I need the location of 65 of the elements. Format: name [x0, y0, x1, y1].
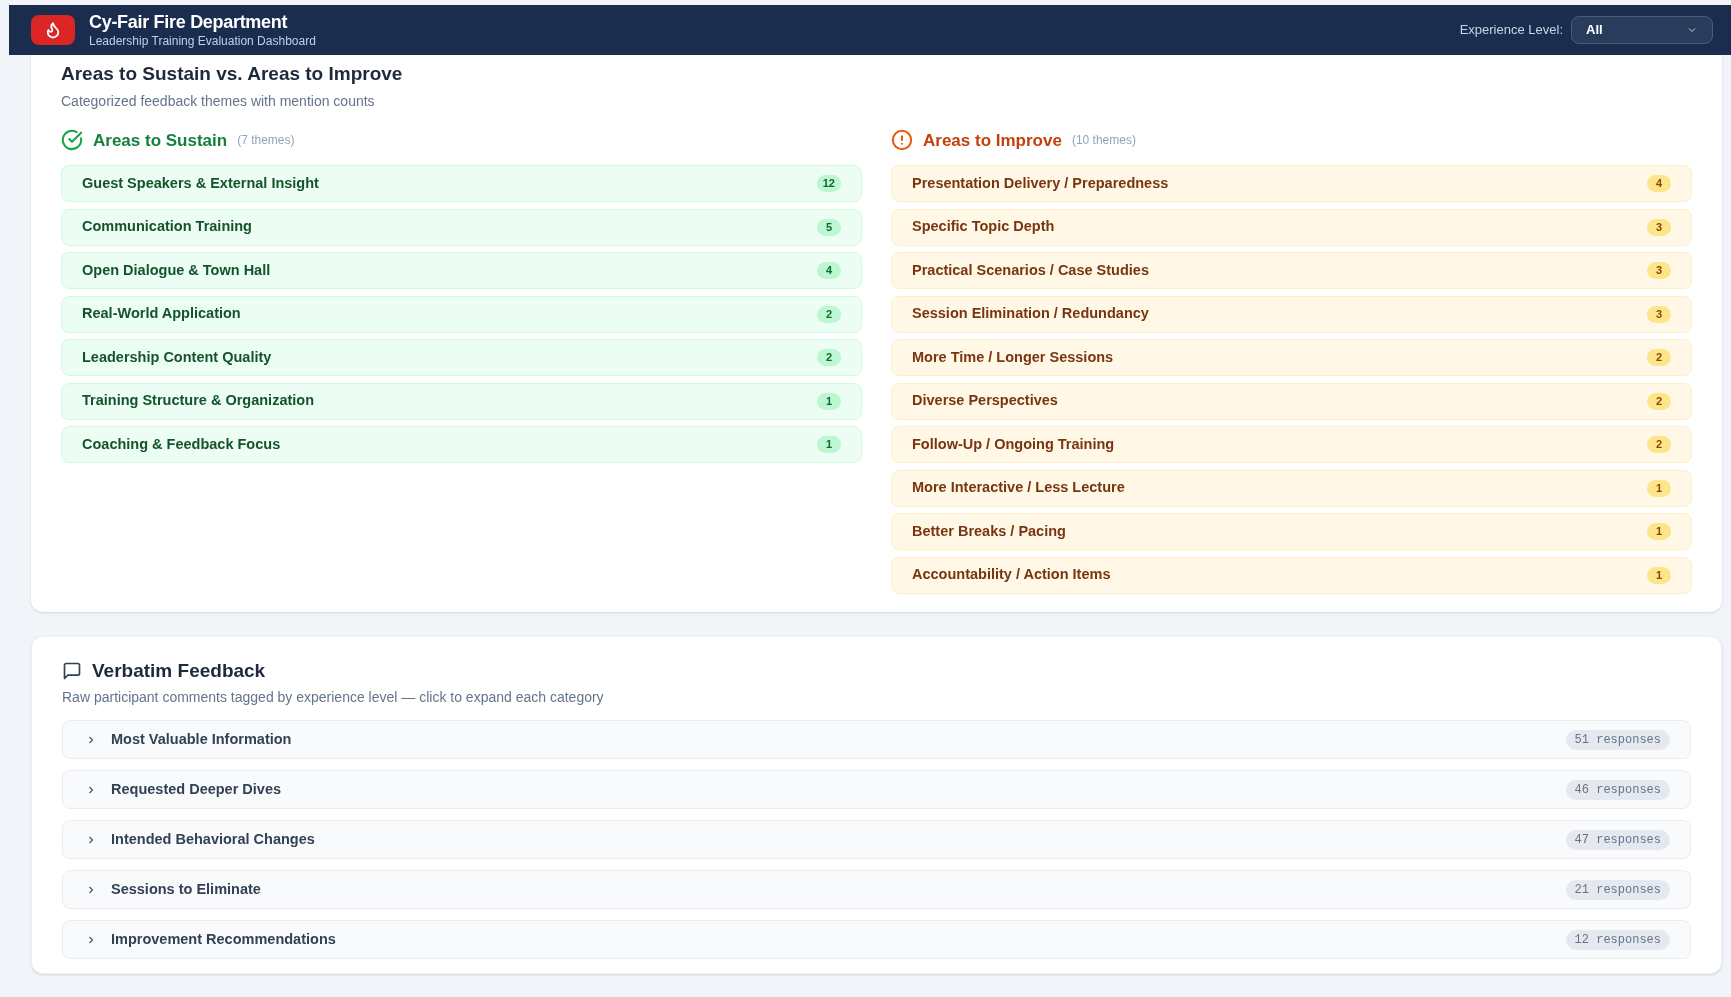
section-title: Areas to Sustain vs. Areas to Improve: [61, 62, 404, 86]
group-title: Areas to Improve: [923, 129, 1062, 152]
theme-label: More Interactive / Less Lecture: [912, 478, 1125, 498]
group-title: Areas to Sustain: [93, 129, 228, 152]
theme-label: Session Elimination / Redundancy: [912, 304, 1149, 324]
theme-label: Leadership Content Quality: [82, 347, 272, 367]
category-accordion[interactable]: Most Valuable Information 51 responses: [62, 720, 1691, 759]
flame-logo-icon: [31, 15, 75, 45]
mention-count: 4: [1647, 175, 1671, 192]
theme-label: Guest Speakers & External Insight: [82, 173, 319, 193]
theme-label: Real-World Application: [82, 304, 241, 324]
alert-circle-icon: [891, 129, 913, 152]
mention-count: 1: [817, 392, 841, 410]
category-label: Sessions to Eliminate: [111, 879, 261, 899]
mention-count: 2: [1647, 349, 1671, 366]
theme-label: Diverse Perspectives: [912, 391, 1058, 411]
mention-count: 12: [816, 175, 841, 192]
response-count: 51 responses: [1565, 729, 1670, 750]
theme-label: Coaching & Feedback Focus: [82, 434, 281, 454]
mention-count: 2: [817, 305, 841, 323]
check-circle-icon: [61, 129, 83, 152]
category-accordion[interactable]: Sessions to Eliminate 21 responses: [62, 870, 1691, 909]
theme-label: Accountability / Action Items: [912, 565, 1111, 585]
category-accordion[interactable]: Intended Behavioral Changes 47 responses: [62, 820, 1691, 859]
mention-count: 5: [817, 218, 841, 236]
theme-label: Practical Scenarios / Case Studies: [912, 260, 1149, 280]
theme-label: Presentation Delivery / Preparedness: [912, 173, 1169, 193]
response-count: 21 responses: [1565, 879, 1670, 900]
mention-count: 3: [1647, 262, 1671, 279]
mention-count: 1: [1647, 523, 1671, 540]
theme-label: Follow-Up / Ongoing Training: [912, 434, 1115, 454]
theme-count: (7 themes): [237, 132, 295, 150]
mention-count: 1: [817, 436, 841, 453]
mention-count: 4: [817, 262, 841, 279]
theme-label: More Time / Longer Sessions: [912, 347, 1114, 367]
category-label: Improvement Recommendations: [111, 929, 336, 949]
category-label: Most Valuable Information: [111, 729, 292, 749]
response-count: 46 responses: [1565, 779, 1670, 800]
app-subtitle: Leadership Training Evaluation Dashboard: [89, 33, 316, 49]
mention-count: 3: [1647, 305, 1671, 323]
theme-label: Communication Training: [82, 217, 252, 237]
section-subtitle: Categorized feedback themes with mention counts: [61, 91, 376, 111]
filter-label: Experience Level:: [1459, 21, 1563, 40]
theme-label: Better Breaks / Pacing: [912, 521, 1066, 541]
theme-label: Specific Topic Depth: [912, 217, 1055, 237]
section-subtitle: Raw participant comments tagged by experience level — click to expand each category: [62, 688, 605, 707]
app-title: Cy-Fair Fire Department: [89, 11, 289, 34]
mention-count: 1: [1647, 479, 1671, 497]
response-count: 12 responses: [1565, 929, 1670, 950]
theme-label: Open Dialogue & Town Hall: [82, 260, 271, 280]
category-label: Requested Deeper Dives: [111, 779, 282, 799]
category-label: Intended Behavioral Changes: [111, 829, 315, 849]
speech-bubble-icon: [62, 660, 82, 681]
category-accordion[interactable]: Improvement Recommendations 12 responses: [62, 920, 1691, 959]
section-title: Verbatim Feedback: [92, 658, 266, 683]
theme-count: (10 themes): [1071, 132, 1136, 150]
response-count: 47 responses: [1565, 829, 1670, 850]
mention-count: 2: [1647, 436, 1671, 453]
category-accordion[interactable]: Requested Deeper Dives 46 responses: [62, 770, 1691, 809]
mention-count: 2: [817, 349, 841, 366]
mention-count: 2: [1647, 392, 1671, 410]
mention-count: 3: [1647, 218, 1671, 236]
experience-level-select[interactable]: All: [1571, 16, 1713, 44]
mention-count: 1: [1647, 566, 1671, 584]
theme-label: Training Structure & Organization: [82, 391, 315, 411]
